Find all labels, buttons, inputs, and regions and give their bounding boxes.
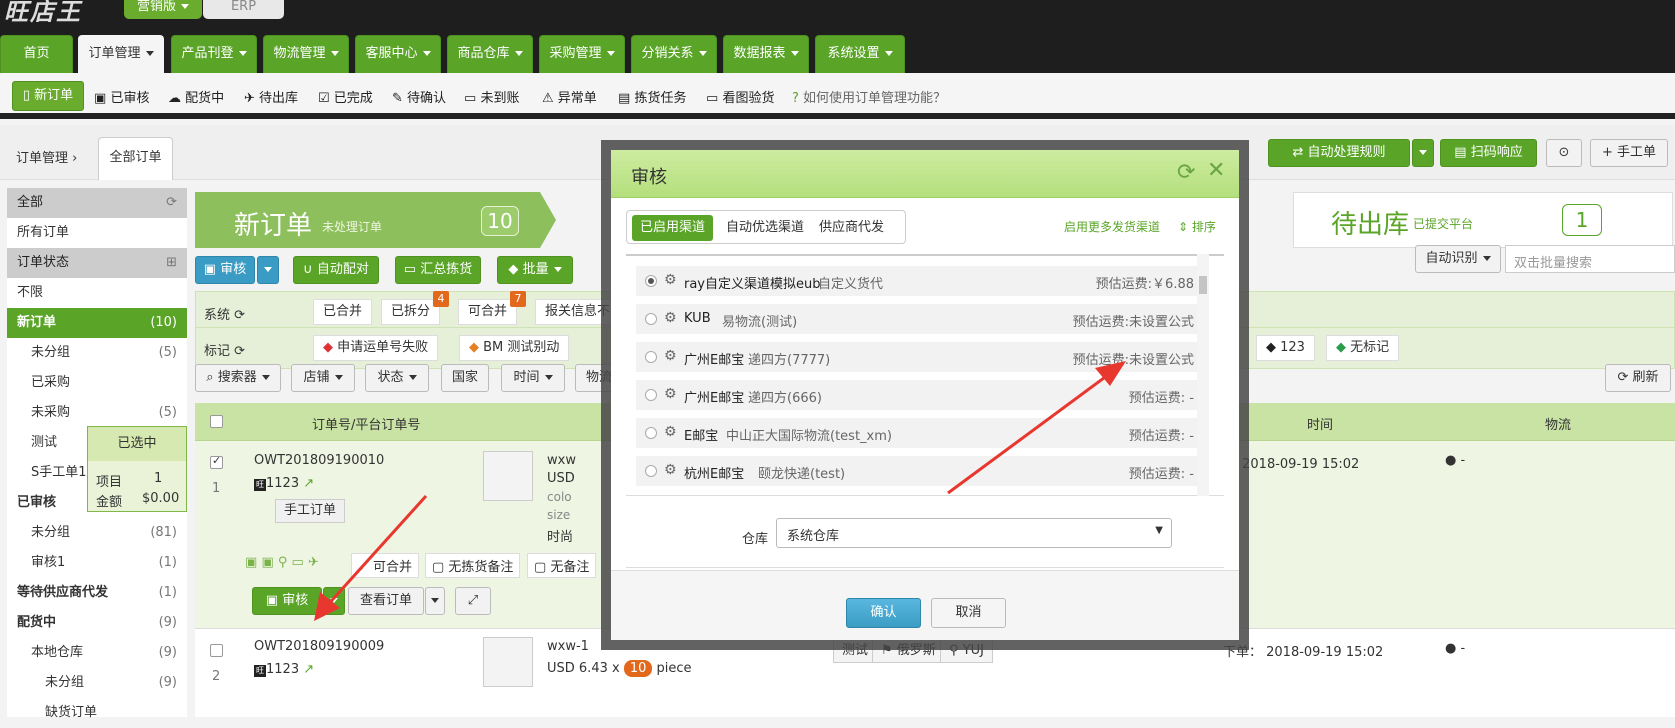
annotation-arrow <box>314 494 428 621</box>
annotation-arrows <box>314 361 1126 621</box>
annotation-arrow <box>947 361 1126 495</box>
